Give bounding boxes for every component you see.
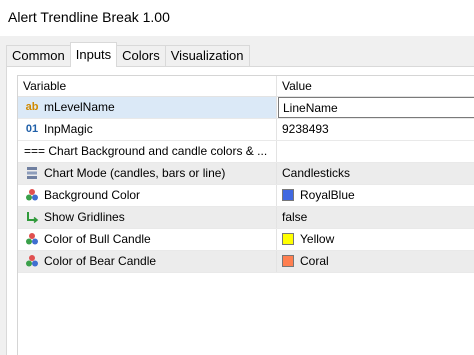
table-row[interactable]: Background Color RoyalBlue [18,185,474,207]
header-variable[interactable]: Variable [23,76,66,96]
variable-value: 9238493 [282,122,329,136]
value-cell[interactable]: Coral [277,251,474,272]
numeric-01-icon: 01 [25,123,39,135]
variable-name: Background Color [44,188,141,202]
enum-list-icon [24,166,40,181]
color-swatch [282,189,294,201]
variable-value: Yellow [300,232,335,246]
text-ab-icon: ab [25,101,39,113]
variable-value: Candlesticks [282,166,351,180]
title-bar: Alert Trendline Break 1.00 [0,0,474,37]
variable-cell[interactable]: === Chart Background and candle colors &… [18,141,277,162]
variable-cell[interactable]: ab mLevelName [18,97,277,118]
properties-dialog: Alert Trendline Break 1.00 Common Inputs… [0,0,474,355]
color-palette-icon [24,188,40,203]
value-cell[interactable]: Yellow [277,229,474,250]
header-value[interactable]: Value [282,76,312,96]
color-swatch [282,255,294,267]
inputs-panel: Variable Value ab mLevelName LineName 01… [6,66,474,355]
inputs-grid: Variable Value ab mLevelName LineName 01… [17,75,474,355]
color-palette-icon [24,232,40,247]
value-cell[interactable]: Candlesticks [277,163,474,184]
tab-inputs[interactable]: Inputs [69,42,118,67]
level-name-input[interactable] [278,97,474,118]
variable-value: false [282,210,308,224]
tab-visualization[interactable]: Visualization [164,45,250,67]
value-cell[interactable]: false [277,207,474,228]
table-row[interactable]: Color of Bear Candle Coral [18,251,474,273]
value-cell[interactable]: 9238493 [277,119,474,140]
value-cell[interactable] [277,141,474,162]
variable-name: Show Gridlines [44,210,125,224]
tab-common[interactable]: Common [6,45,71,67]
table-row[interactable]: Chart Mode (candles, bars or line) Candl… [18,163,474,185]
variable-cell[interactable]: Color of Bear Candle [18,251,277,272]
tab-colors[interactable]: Colors [116,45,166,67]
variable-value: Coral [300,254,329,268]
grid-header: Variable Value [18,76,474,97]
value-cell[interactable] [277,97,474,118]
variable-name: Color of Bull Candle [44,232,151,246]
bool-arrow-icon [24,210,40,225]
variable-cell[interactable]: 01 InpMagic [18,119,277,140]
variable-name: Chart Mode (candles, bars or line) [44,166,226,180]
color-palette-icon [24,254,40,269]
table-row[interactable]: === Chart Background and candle colors &… [18,141,474,163]
section-separator-label: === Chart Background and candle colors &… [24,144,268,158]
color-swatch [282,233,294,245]
window-title: Alert Trendline Break 1.00 [8,9,170,25]
variable-cell[interactable]: Show Gridlines [18,207,277,228]
value-cell[interactable]: RoyalBlue [277,185,474,206]
table-row[interactable]: ab mLevelName [18,97,474,119]
table-row[interactable]: Color of Bull Candle Yellow [18,229,474,251]
variable-cell[interactable]: Background Color [18,185,277,206]
table-row[interactable]: 01 InpMagic 9238493 [18,119,474,141]
tab-bar: Common Inputs Colors Visualization [6,42,250,67]
variable-name: mLevelName [44,100,115,114]
variable-name: Color of Bear Candle [44,254,157,268]
variable-value: RoyalBlue [300,188,355,202]
column-divider[interactable] [276,76,277,96]
variable-name: InpMagic [44,122,93,136]
variable-cell[interactable]: Chart Mode (candles, bars or line) [18,163,277,184]
table-row[interactable]: Show Gridlines false [18,207,474,229]
variable-cell[interactable]: Color of Bull Candle [18,229,277,250]
grid-rows: ab mLevelName 01 InpMagic 9238493 [18,97,474,273]
